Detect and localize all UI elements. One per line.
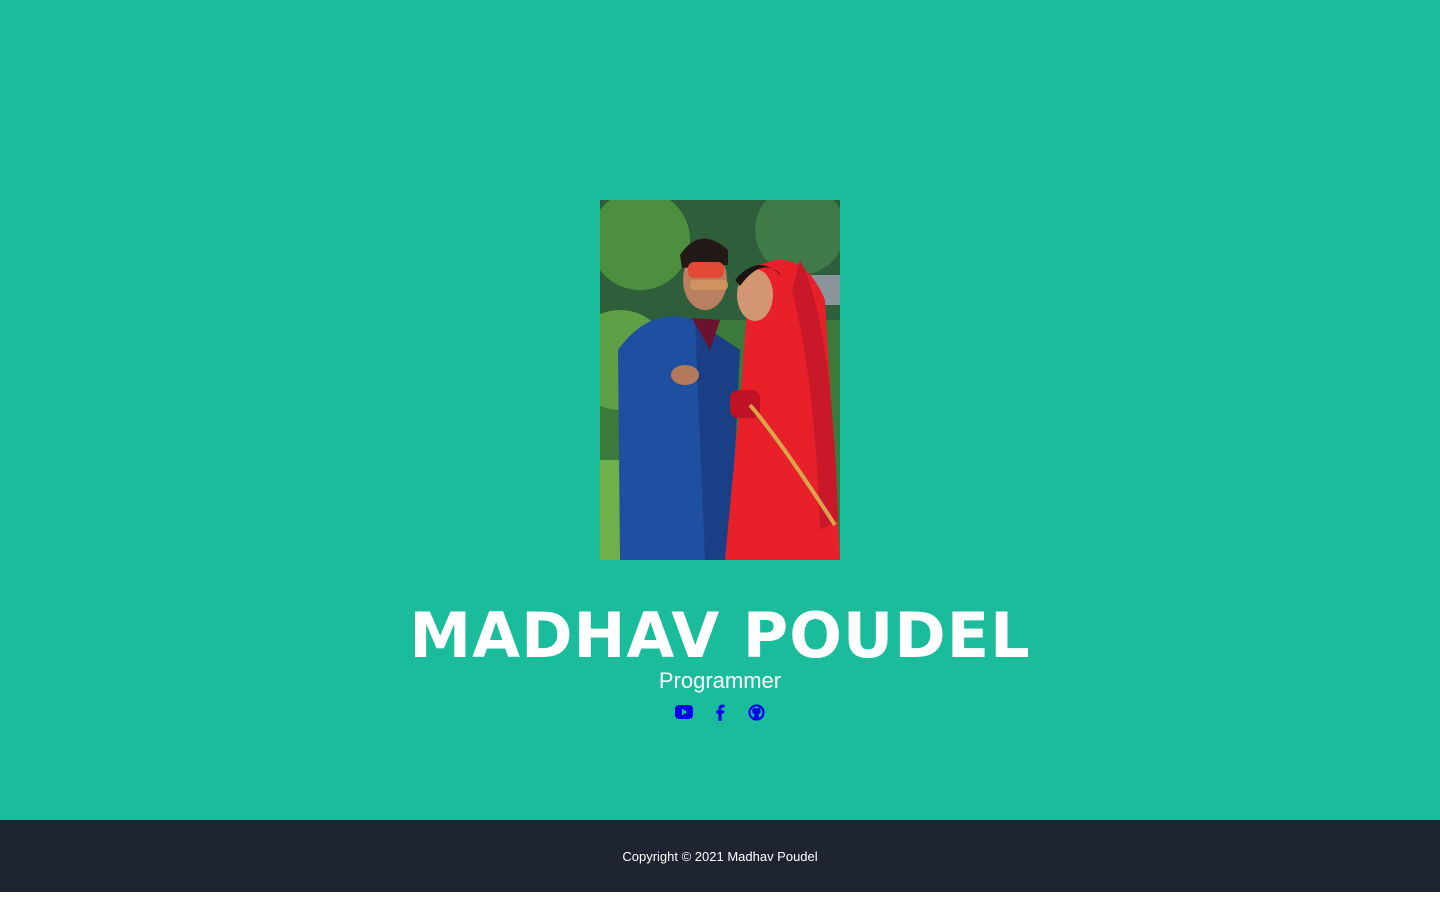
profile-role: Programmer [658, 668, 782, 693]
youtube-icon [675, 705, 693, 719]
profile-photo-image [600, 200, 840, 560]
github-icon [747, 703, 765, 721]
profile-photo [600, 200, 840, 560]
github-link[interactable] [746, 700, 766, 724]
facebook-icon [716, 704, 725, 721]
masthead: MADHAV POUDEL Programmer [0, 0, 1440, 820]
facebook-link[interactable] [710, 700, 730, 724]
social-links [0, 700, 1440, 724]
youtube-link[interactable] [674, 700, 694, 724]
profile-name: MADHAV POUDEL [409, 599, 1031, 672]
footer: Copyright © 2021 Madhav Poudel [0, 820, 1440, 892]
copyright-text: Copyright © 2021 Madhav Poudel [622, 848, 818, 864]
